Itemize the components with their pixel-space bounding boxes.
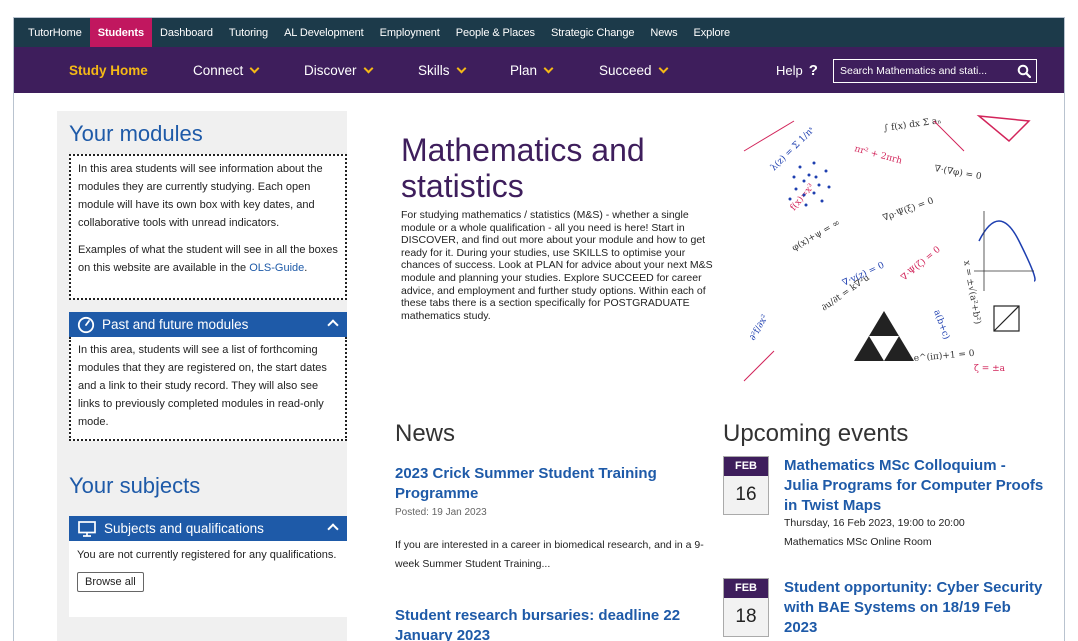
tab-al-development[interactable]: AL Development [276,18,372,47]
nav-study-home[interactable]: Study Home [69,47,148,93]
nav-connect-label: Connect [193,62,244,78]
past-future-modules-toggle[interactable]: Past and future modules [69,312,347,337]
clock-icon [77,316,95,333]
news-item-link[interactable]: Student research bursaries: deadline 22 … [395,606,705,641]
nav-discover-label: Discover [304,62,357,78]
nav-skills-label: Skills [418,62,450,78]
event-month: FEB [724,457,768,476]
nav-succeed[interactable]: Succeed [599,47,668,93]
svg-text:∇·Ψ(ζ) = 0: ∇·Ψ(ζ) = 0 [899,244,943,283]
event-date-badge: FEB 16 [723,456,769,515]
subjects-text: You are not currently registered for any… [77,549,337,561]
modules-info-box: In this area students will see informati… [69,154,347,300]
svg-text:∫ f(x) dx Σ aₙ: ∫ f(x) dx Σ aₙ [883,115,942,134]
modules-text-2: Examples of what the student will see in… [78,241,338,277]
help-label: Help [776,62,803,78]
modules-text-1: In this area students will see informati… [78,163,323,229]
nav-discover[interactable]: Discover [304,47,373,93]
past-future-title: Past and future modules [102,317,249,332]
news-item-link[interactable]: 2023 Crick Summer Student Training Progr… [395,464,705,504]
nav-skills[interactable]: Skills [418,47,466,93]
question-icon: ? [808,61,818,79]
tab-dashboard[interactable]: Dashboard [152,18,221,47]
tab-students[interactable]: Students [89,18,152,47]
search-input[interactable] [834,65,1009,77]
mathematics-illustration: ∫ f(x) dx Σ aₙ ∇·(∇φ) = 0 φ(x)+ψ = ∞ ∇ρ·… [743,115,1036,382]
nav-plan-label: Plan [510,62,538,78]
subjects-toggle[interactable]: Subjects and qualifications [69,516,347,541]
main-nav: Study Home Connect Discover Skills Plan … [14,47,1064,93]
svg-text:f(x)=x³: f(x)=x³ [788,181,817,213]
event-link[interactable]: Student opportunity: Cyber Security with… [784,578,1044,638]
event-time: Thursday, 16 Feb 2023, 19:00 to 20:00 [784,517,965,529]
left-column: Your modules In this area students will … [57,111,347,641]
svg-text:∇·(∇φ) = 0: ∇·(∇φ) = 0 [933,163,982,182]
event-day: 18 [735,606,757,627]
svg-text:ζ = ±a: ζ = ±a [974,364,1006,374]
monitor-icon [78,520,96,537]
nav-connect[interactable]: Connect [193,47,260,93]
news-posted-date: Posted: 19 Jan 2023 [395,507,487,518]
tab-news[interactable]: News [642,18,685,47]
svg-text:∇ρ·Ψ(ξ) = 0: ∇ρ·Ψ(ξ) = 0 [881,195,935,224]
chevron-down-icon [658,63,668,73]
chevron-down-icon [249,63,260,73]
your-modules-heading: Your modules [69,121,203,146]
tab-explore[interactable]: Explore [685,18,738,47]
magnifier-icon[interactable] [1017,64,1031,78]
svg-text:x = ±√(a²+b²): x = ±√(a²+b²) [961,260,983,325]
browser-viewport: TutorHome Students Dashboard Tutoring AL… [13,17,1065,641]
svg-text:φ(x)+ψ = ∞: φ(x)+ψ = ∞ [790,217,842,253]
chevron-up-icon [327,319,339,331]
chevron-down-icon [456,63,466,73]
chevron-up-icon [327,523,339,535]
subjects-box: You are not currently registered for any… [69,541,347,617]
svg-text:∂²f/∂x²: ∂²f/∂x² [748,313,771,343]
intro-text: For studying mathematics / statistics (M… [401,209,713,322]
tab-tutorhome[interactable]: TutorHome [20,18,90,47]
tab-strategic-change[interactable]: Strategic Change [543,18,642,47]
event-day: 16 [735,484,757,505]
event-link[interactable]: Mathematics MSc Colloquium - Julia Progr… [784,456,1044,516]
chevron-down-icon [543,63,554,73]
ols-guide-link[interactable]: OLS-Guide [249,262,304,274]
svg-text:πr² + 2πrh: πr² + 2πrh [853,144,903,166]
nav-succeed-label: Succeed [599,62,652,78]
events-heading: Upcoming events [723,420,909,447]
subjects-title: Subjects and qualifications [104,521,264,536]
nav-plan[interactable]: Plan [510,47,554,93]
page-title: Mathematics and statistics [401,132,645,204]
event-date-badge: FEB 18 [723,578,769,637]
event-location: Mathematics MSc Online Room [784,536,932,548]
svg-text:a(b+c): a(b+c) [931,308,952,341]
tab-people-places[interactable]: People & Places [448,18,543,47]
svg-text:e^(iπ)+1 = 0: e^(iπ)+1 = 0 [913,348,975,364]
browse-all-button[interactable]: Browse all [77,572,144,592]
your-subjects-heading: Your subjects [69,473,201,498]
tab-employment[interactable]: Employment [372,18,448,47]
past-future-text: In this area, students will see a list o… [78,344,327,428]
modules-text-2-end: . [304,262,308,274]
search-box [833,59,1037,83]
chevron-down-icon [363,63,373,73]
event-month: FEB [724,579,768,598]
past-future-box: In this area, students will see a list o… [69,337,347,441]
help-link[interactable]: Help ? [776,47,818,93]
news-snippet: If you are interested in a career in bio… [395,539,704,570]
top-bar: TutorHome Students Dashboard Tutoring AL… [14,18,1064,47]
tab-tutoring[interactable]: Tutoring [221,18,276,47]
news-heading: News [395,420,456,447]
